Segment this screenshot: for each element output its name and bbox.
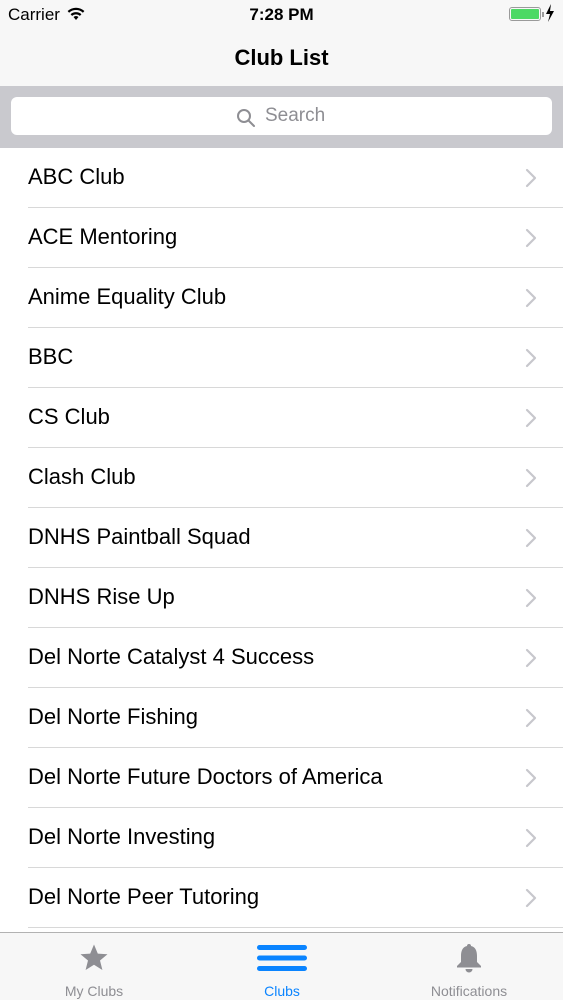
search-placeholder: Search: [265, 105, 326, 126]
chevron-right-icon: [525, 528, 537, 548]
bell-icon: [457, 944, 481, 973]
club-row[interactable]: ABC Club: [0, 148, 563, 208]
status-bar: Carrier 7:28 PM: [0, 0, 563, 28]
club-row[interactable]: Del Norte Fishing: [0, 688, 563, 748]
club-row[interactable]: Del Norte Future Doctors of America: [0, 748, 563, 808]
club-row[interactable]: Anime Equality Club: [0, 268, 563, 328]
chevron-right-icon: [525, 168, 537, 188]
club-name: Del Norte Future Doctors of America: [28, 764, 383, 789]
club-row[interactable]: Clash Club: [0, 448, 563, 508]
tab-label: My Clubs: [64, 983, 124, 999]
club-name: CS Club: [28, 404, 110, 429]
chevron-right-icon: [525, 708, 537, 728]
club-name: Del Norte Fishing: [28, 704, 198, 729]
chevron-right-icon: [525, 648, 537, 668]
chevron-right-icon: [525, 888, 537, 908]
list-icon: [257, 945, 307, 971]
clock: 7:28 PM: [249, 5, 314, 24]
search-bar: Search: [0, 86, 563, 148]
tab-label: Clubs: [264, 983, 300, 999]
club-row[interactable]: DNHS Paintball Squad: [0, 508, 563, 568]
club-name: Del Norte Catalyst 4 Success: [28, 644, 315, 669]
navigation-bar: Club List: [0, 28, 563, 86]
chevron-right-icon: [525, 588, 537, 608]
tab-label: Notifications: [430, 983, 508, 999]
club-row[interactable]: CS Club: [0, 388, 563, 448]
club-row[interactable]: Del Norte Peer Tutoring: [0, 868, 563, 928]
club-row[interactable]: DNHS Rise Up: [0, 568, 563, 628]
club-name: DNHS Paintball Squad: [28, 524, 251, 549]
tab-clubs[interactable]: Clubs: [188, 933, 376, 1001]
chevron-right-icon: [525, 828, 537, 848]
chevron-right-icon: [525, 468, 537, 488]
club-name: ABC Club: [28, 164, 125, 189]
chevron-right-icon: [525, 228, 537, 248]
club-row[interactable]: ACE Mentoring: [0, 208, 563, 268]
star-icon: [80, 944, 108, 970]
tab-bar: My Clubs Clubs Notifications: [0, 932, 563, 1000]
club-name: DNHS Rise Up: [28, 584, 175, 609]
battery-icon: [509, 7, 544, 21]
club-name: Del Norte Investing: [28, 824, 216, 849]
tab-my-clubs[interactable]: My Clubs: [0, 933, 188, 1001]
chevron-right-icon: [525, 348, 537, 368]
chevron-right-icon: [525, 768, 537, 788]
club-row[interactable]: Del Norte Catalyst 4 Success: [0, 628, 563, 688]
chevron-right-icon: [525, 288, 537, 308]
chevron-right-icon: [525, 408, 537, 428]
club-name: Clash Club: [28, 464, 136, 489]
club-name: ACE Mentoring: [28, 224, 178, 249]
charging-icon: [546, 4, 554, 22]
club-row[interactable]: BBC: [0, 328, 563, 388]
search-icon: [237, 109, 255, 127]
club-row[interactable]: Del Norte Investing: [0, 808, 563, 868]
club-list: ABC Club ACE Mentoring Anime Equality Club…: [0, 148, 563, 932]
club-name: Del Norte Peer Tutoring: [28, 884, 260, 909]
page-title: Club List: [234, 45, 329, 70]
club-name: BBC: [28, 344, 74, 369]
club-name: Anime Equality Club: [28, 284, 227, 309]
tab-notifications[interactable]: Notifications: [375, 933, 563, 1001]
